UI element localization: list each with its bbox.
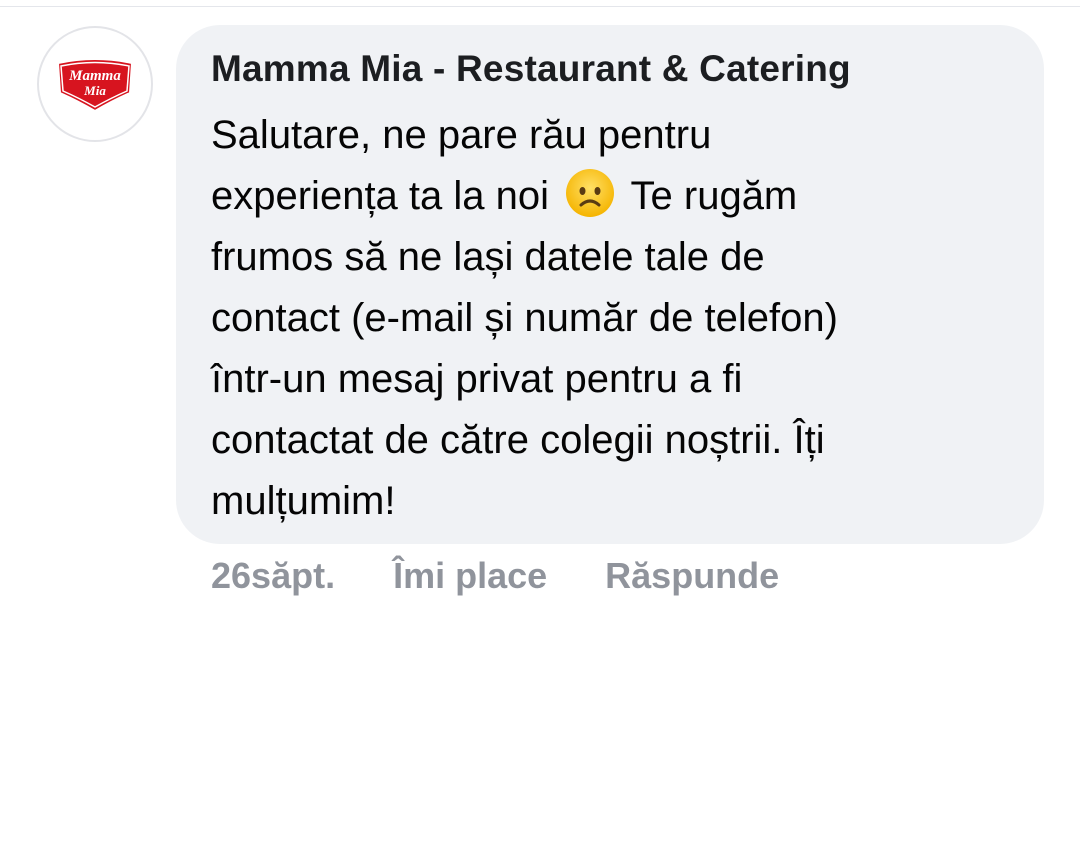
comment-line: experiența ta la noi (211, 174, 561, 218)
timestamp[interactable]: 26săpt. (211, 555, 335, 596)
comment-actions: 26săpt. Îmi place Răspunde (211, 552, 779, 600)
frowning-face-icon (566, 169, 615, 217)
comment-line: contact (e-mail și număr de telefon) (211, 296, 838, 340)
comment-line: într-un mesaj privat pentru a fi (211, 357, 743, 401)
logo-text-line-2: Mia (83, 83, 106, 98)
author-name[interactable]: Mamma Mia - Restaurant & Catering (211, 47, 851, 91)
comment-line: Salutare, ne pare rău pentru (211, 113, 712, 157)
comment-line: mulțumim! (211, 479, 396, 523)
comment: Mamma Mia Mamma Mia - Restaurant & Cater… (0, 0, 1080, 851)
mamma-mia-logo-icon: Mamma Mia (56, 58, 134, 113)
comment-text: Salutare, ne pare rău pentru experiența … (211, 105, 1001, 532)
like-button[interactable]: Îmi place (393, 555, 547, 596)
reply-button[interactable]: Răspunde (605, 555, 779, 596)
comment-bubble: Mamma Mia - Restaurant & Catering Saluta… (176, 25, 1044, 544)
comment-line: contactat de către colegii noștrii. Îți (211, 418, 825, 462)
avatar[interactable]: Mamma Mia (37, 26, 153, 142)
comment-line: Te rugăm (620, 174, 798, 218)
logo-text-line-1: Mamma (68, 68, 121, 84)
comment-line: frumos să ne lași datele tale de (211, 235, 765, 279)
